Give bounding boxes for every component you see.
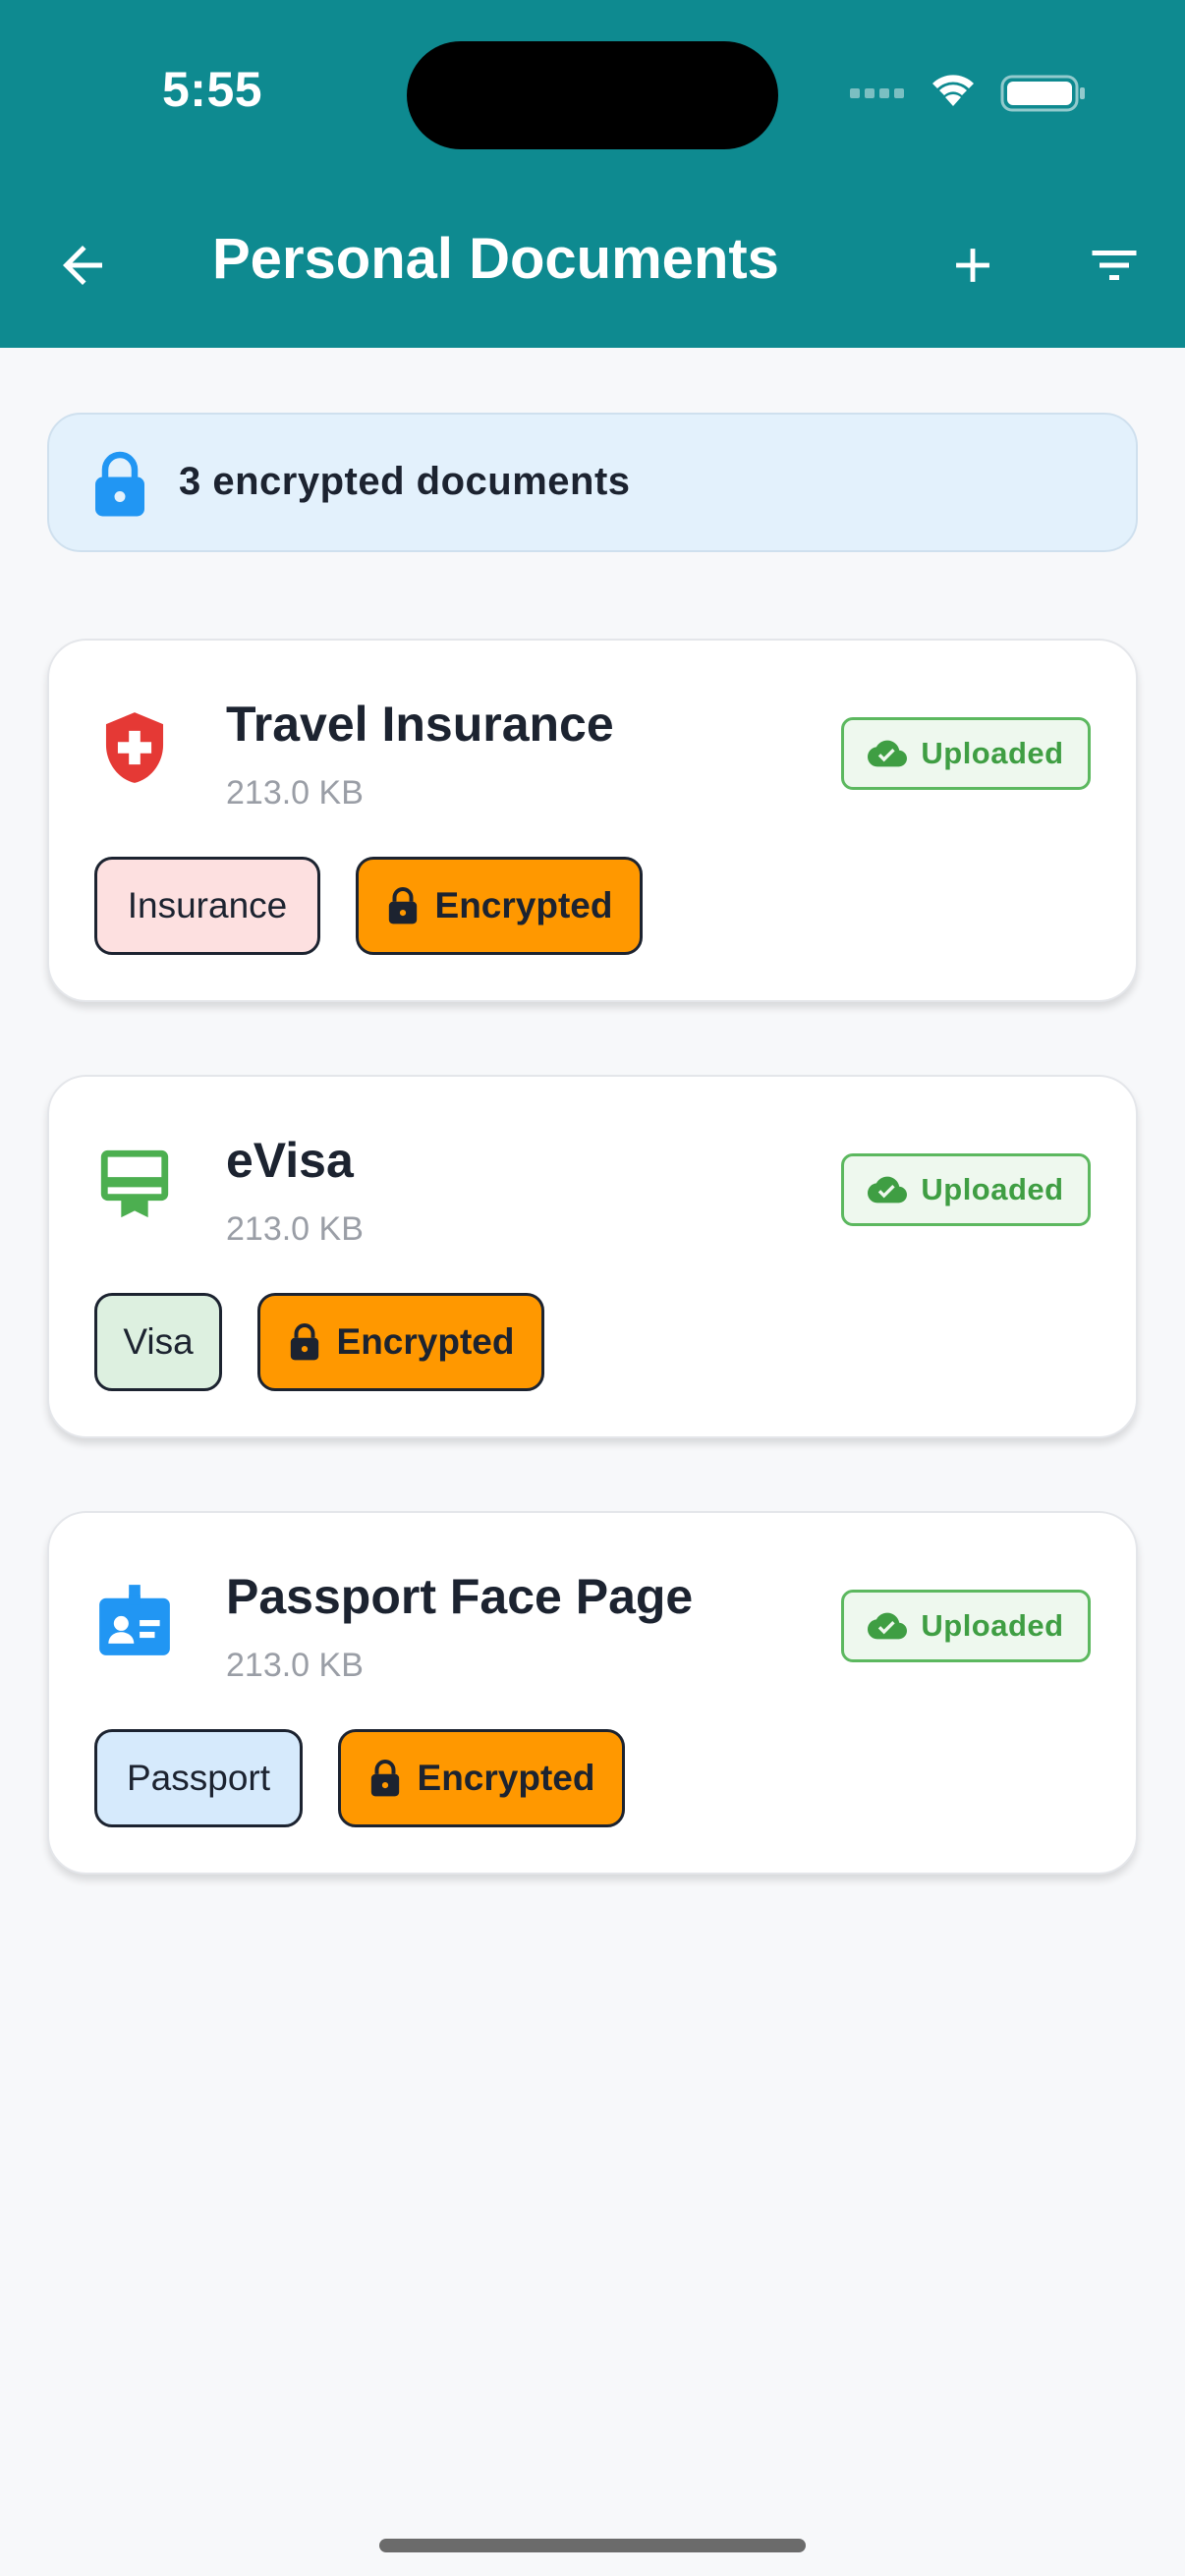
document-title: Passport Face Page [226, 1569, 694, 1624]
document-size: 213.0 KB [226, 1647, 364, 1684]
encrypted-label: Encrypted [417, 1758, 595, 1798]
plus-icon [956, 249, 989, 282]
add-document-button[interactable] [926, 218, 1020, 312]
upload-status-label: Uploaded [921, 736, 1064, 770]
cloud-done-icon [868, 1612, 908, 1640]
lock-icon [95, 451, 144, 517]
upload-status-badge: Uploaded [841, 1153, 1091, 1226]
status-time: 5:55 [162, 62, 263, 117]
upload-status-badge: Uploaded [841, 1590, 1091, 1662]
category-tag[interactable]: Visa [94, 1293, 222, 1391]
document-size: 213.0 KB [226, 774, 364, 812]
shield-plus-icon [105, 712, 164, 783]
upload-status-badge: Uploaded [841, 717, 1091, 790]
encrypted-label: Encrypted [336, 1321, 515, 1362]
id-badge-icon [99, 1585, 170, 1655]
document-card[interactable]: Travel Insurance 213.0 KB Uploaded Insur… [47, 639, 1138, 1002]
wifi-icon [932, 75, 974, 106]
filter-button[interactable] [1067, 218, 1161, 312]
upload-status-label: Uploaded [921, 1608, 1064, 1643]
document-size: 213.0 KB [226, 1210, 364, 1248]
document-title: eVisa [226, 1133, 354, 1188]
cloud-done-icon [868, 1176, 908, 1204]
battery-icon [1000, 75, 1085, 112]
cloud-done-icon [868, 740, 908, 767]
document-title: Travel Insurance [226, 697, 614, 752]
status-icons [850, 75, 1085, 112]
signal-icon [850, 88, 904, 98]
category-tag[interactable]: Insurance [94, 857, 320, 955]
card-membership-icon [100, 1149, 169, 1218]
encrypted-count-banner: 3 encrypted documents [47, 413, 1138, 552]
dynamic-island [407, 41, 778, 149]
home-indicator[interactable] [379, 2539, 806, 2552]
category-tag[interactable]: Passport [94, 1729, 303, 1827]
filter-icon [1092, 251, 1137, 280]
encrypted-label: Encrypted [434, 885, 613, 925]
encrypted-tag[interactable]: Encrypted [356, 857, 643, 955]
screen: 5:55 Personal Documents 3 encrypted docu… [0, 0, 1185, 2576]
upload-status-label: Uploaded [921, 1172, 1064, 1206]
app-bar: 5:55 Personal Documents [0, 0, 1185, 348]
lock-icon [370, 1760, 399, 1797]
lock-icon [290, 1323, 318, 1361]
encrypted-count-text: 3 encrypted documents [179, 460, 631, 503]
lock-icon [388, 887, 417, 924]
encrypted-tag[interactable]: Encrypted [338, 1729, 625, 1827]
document-card[interactable]: Passport Face Page 213.0 KB Uploaded Pas… [47, 1511, 1138, 1875]
encrypted-tag[interactable]: Encrypted [257, 1293, 544, 1391]
document-card[interactable]: eVisa 213.0 KB Uploaded Visa Encrypted [47, 1075, 1138, 1438]
